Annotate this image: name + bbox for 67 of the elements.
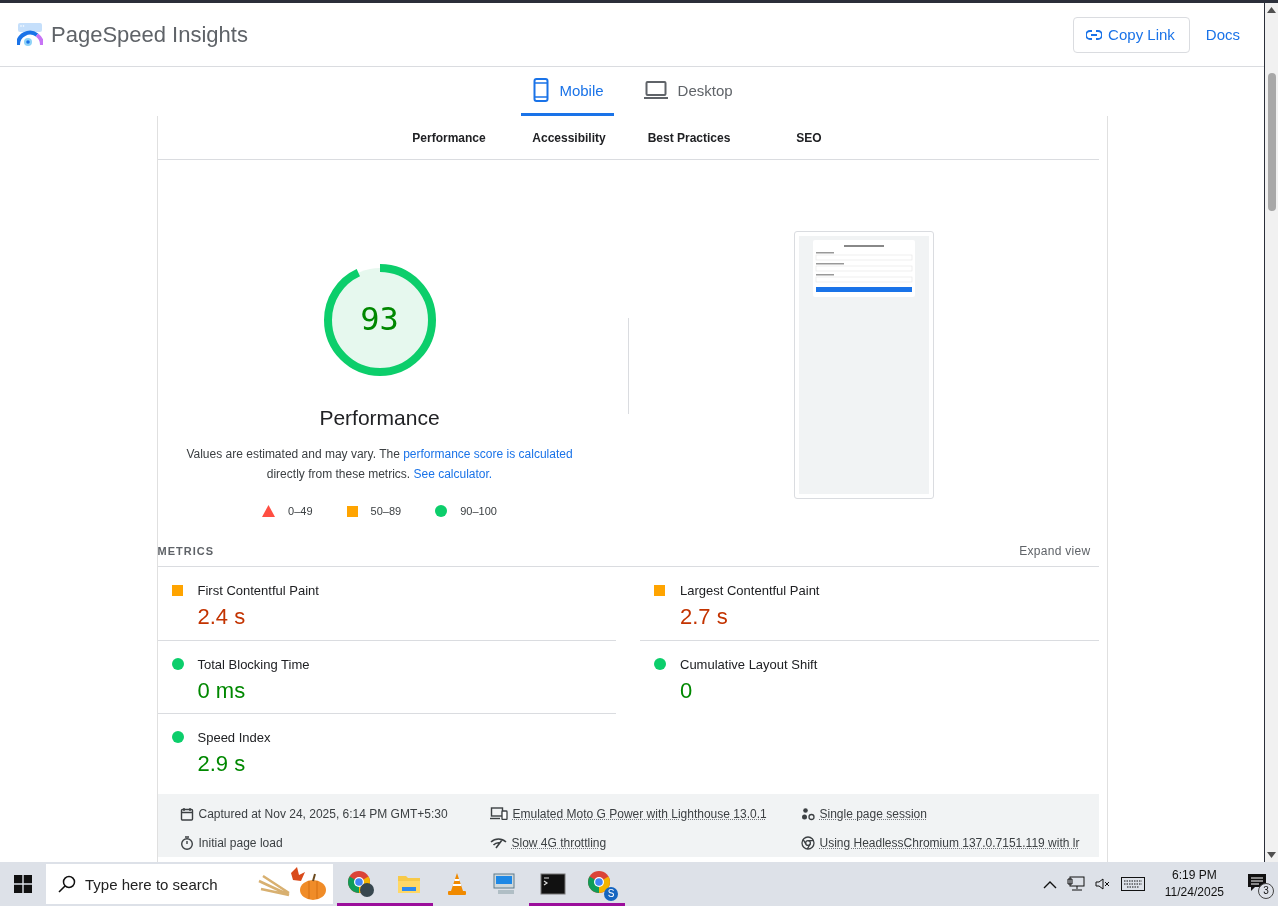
copy-link-button[interactable]: Copy Link bbox=[1073, 16, 1190, 53]
scroll-up-icon[interactable] bbox=[1267, 7, 1276, 13]
score-note: Values are estimated and may vary. The performance score is calculated directly from these metrics. See calculator. bbox=[185, 446, 574, 483]
category-tab[interactable]: Performance bbox=[389, 116, 509, 159]
chevron-up-icon[interactable] bbox=[1042, 879, 1057, 889]
phone-icon bbox=[533, 78, 550, 102]
terminal-icon bbox=[540, 873, 566, 895]
device-tab[interactable]: Mobile bbox=[521, 67, 614, 116]
traffic-cone-icon bbox=[446, 872, 468, 896]
legend-range: 50–89 bbox=[370, 505, 402, 517]
network-icon[interactable] bbox=[1066, 876, 1085, 892]
clock-time: 6:19 PM bbox=[1172, 867, 1217, 884]
calendar-icon bbox=[179, 806, 194, 821]
note-link[interactable]: See calculator. bbox=[413, 467, 493, 481]
metric-name: Total Blocking Time bbox=[197, 656, 311, 672]
profile-letter-badge: S bbox=[604, 887, 618, 901]
category-tab[interactable]: SEO bbox=[749, 116, 869, 159]
metric-name: Largest Contentful Paint bbox=[680, 582, 821, 598]
metric-name: Cumulative Layout Shift bbox=[680, 656, 819, 672]
autumn-leaves-pumpkin-drawing bbox=[257, 867, 329, 901]
run-info-text[interactable]: Single page session bbox=[819, 806, 927, 821]
taskbar-clock[interactable]: 6:19 PM 11/24/2025 bbox=[1154, 867, 1234, 901]
devices-icon bbox=[489, 807, 508, 820]
keyboard-icon[interactable] bbox=[1120, 877, 1145, 891]
search-icon bbox=[58, 875, 76, 893]
metric-name: Speed Index bbox=[197, 729, 272, 745]
run-info-text[interactable]: Emulated Moto G Power with Lighthouse 13.0.1 bbox=[512, 806, 767, 821]
metrics-heading: METRICS bbox=[157, 545, 214, 557]
signal-icon bbox=[489, 836, 507, 850]
notification-count: 3 bbox=[1258, 883, 1274, 899]
app-title: PageSpeed Insights bbox=[51, 21, 248, 48]
run-info-text: Initial page load bbox=[198, 836, 283, 850]
metric-value: 2.4 s bbox=[197, 604, 247, 630]
run-info-text: Captured at Nov 24, 2025, 6:14 PM GMT+5:30 bbox=[198, 806, 448, 821]
windows-logo-icon bbox=[14, 875, 32, 893]
laptop-icon bbox=[643, 81, 668, 99]
pagespeed-logo-icon bbox=[17, 22, 43, 47]
scrollbar-thumb[interactable] bbox=[1267, 73, 1276, 211]
taskbar-search-field[interactable]: Type here to search bbox=[46, 864, 333, 904]
docs-link[interactable]: Docs bbox=[1205, 26, 1240, 43]
note-link[interactable]: performance score is calculated bbox=[403, 447, 573, 461]
device-tab[interactable]: Desktop bbox=[631, 67, 743, 116]
metric-value: 2.7 s bbox=[680, 604, 729, 630]
run-info-text[interactable]: Slow 4G throttling bbox=[511, 836, 607, 850]
notification-icon bbox=[1247, 872, 1267, 893]
folder-icon bbox=[397, 873, 421, 895]
clock-date: 11/24/2025 bbox=[1164, 884, 1224, 901]
dots-icon bbox=[800, 806, 815, 821]
stopwatch-icon bbox=[179, 836, 194, 850]
taskbar-app-button[interactable]: S bbox=[577, 862, 625, 906]
category-tab[interactable]: Accessibility bbox=[509, 116, 629, 159]
muted-speaker-icon[interactable] bbox=[1094, 877, 1111, 891]
scroll-down-icon[interactable] bbox=[1267, 852, 1276, 858]
score-label: Performance bbox=[319, 405, 440, 431]
run-info-text[interactable]: Using HeadlessChromium 137.0.7151.119 with lr bbox=[819, 836, 1080, 850]
expand-view-button[interactable]: Expand view bbox=[1019, 544, 1099, 558]
metric-value: 0 bbox=[680, 678, 694, 704]
browser-profile-icon bbox=[347, 870, 375, 898]
metric-value: 2.9 s bbox=[197, 751, 247, 777]
metric-name: First Contentful Paint bbox=[197, 582, 320, 598]
metric-value: 0 ms bbox=[197, 678, 247, 704]
computer-icon bbox=[492, 872, 518, 896]
link-icon bbox=[1086, 29, 1103, 40]
legend-range: 0–49 bbox=[288, 505, 313, 517]
legend-range: 90–100 bbox=[460, 505, 497, 517]
browser-icon bbox=[800, 836, 815, 850]
category-tab[interactable]: Best Practices bbox=[629, 116, 749, 159]
